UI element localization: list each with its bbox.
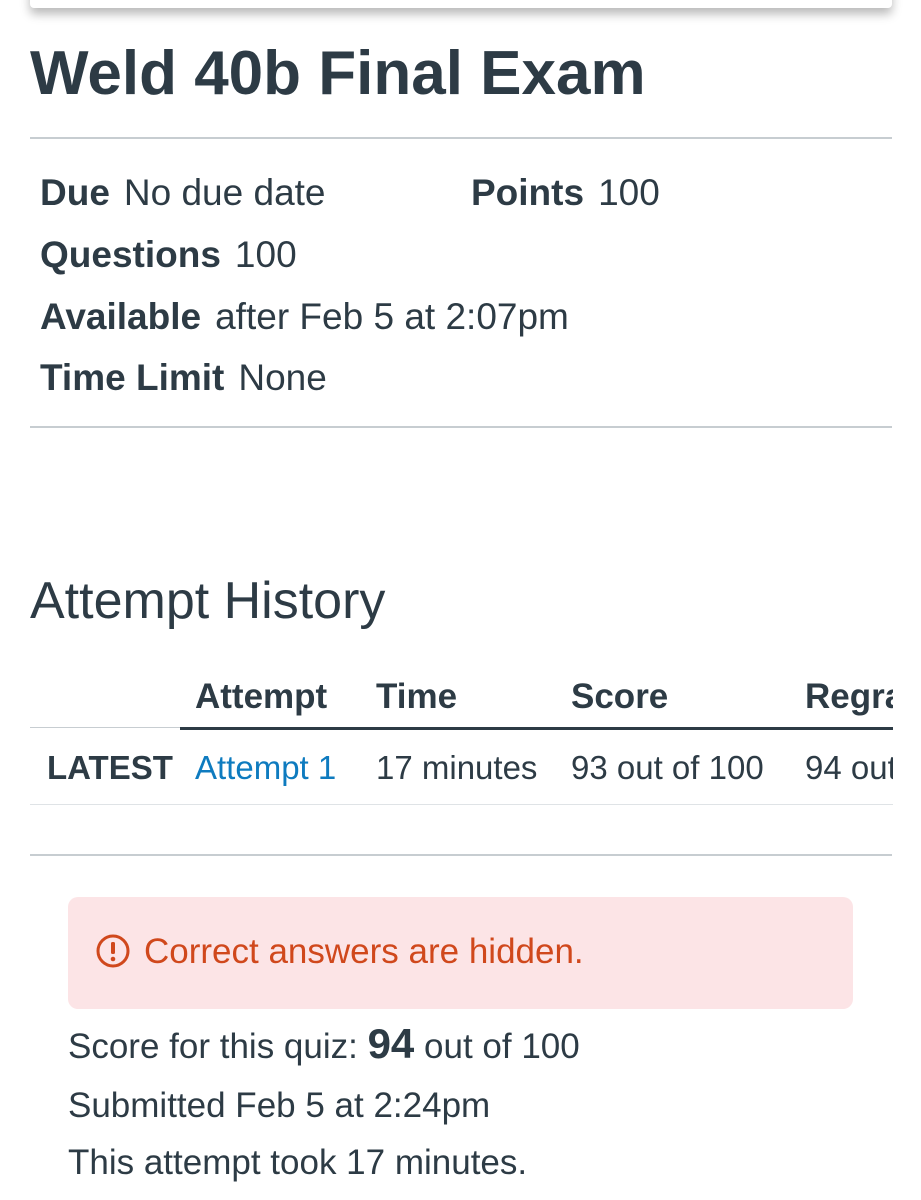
quiz-page: Weld 40b Final Exam Due No due date Point… bbox=[0, 0, 921, 1200]
column-header-attempt: Attempt bbox=[195, 677, 328, 716]
header-bar-shadow bbox=[30, 0, 892, 8]
points-value: 100 bbox=[598, 172, 660, 213]
correct-answers-hidden-alert: Correct answers are hidden. bbox=[68, 897, 853, 1009]
column-header-score: Score bbox=[571, 677, 669, 716]
due-row: Due No due date bbox=[40, 171, 326, 215]
score-suffix: out of 100 bbox=[424, 1027, 580, 1066]
score-value: 94 bbox=[367, 1020, 415, 1067]
points-row: Points 100 bbox=[471, 171, 660, 215]
submitted-line: Submitted Feb 5 at 2:24pm bbox=[68, 1086, 491, 1125]
available-label: Available bbox=[40, 296, 202, 337]
title-divider bbox=[30, 137, 892, 139]
column-header-regrade: Regra bbox=[805, 677, 905, 716]
due-label: Due bbox=[40, 172, 110, 213]
attempt-1-link[interactable]: Attempt 1 bbox=[195, 748, 336, 788]
exclamation-circle-icon bbox=[96, 934, 130, 968]
latest-badge: LATEST bbox=[47, 749, 173, 786]
table-row-divider bbox=[30, 804, 893, 805]
page-title: Weld 40b Final Exam bbox=[30, 39, 646, 108]
available-value: after Feb 5 at 2:07pm bbox=[215, 296, 569, 337]
available-row: Available after Feb 5 at 2:07pm bbox=[40, 295, 569, 339]
time-limit-row: Time Limit None bbox=[40, 356, 327, 400]
due-value: No due date bbox=[123, 172, 326, 213]
quiz-score-line: Score for this quiz: 94 out of 100 bbox=[68, 1022, 580, 1069]
column-header-time: Time bbox=[376, 677, 458, 716]
questions-value: 100 bbox=[234, 234, 297, 275]
attempt-time: 17 minutes bbox=[376, 749, 538, 786]
alert-message: Correct answers are hidden. bbox=[144, 932, 584, 971]
attempt-regrade: 94 out bbox=[805, 749, 897, 786]
history-divider bbox=[30, 854, 892, 856]
questions-label: Questions bbox=[40, 234, 221, 275]
time-limit-value: None bbox=[238, 357, 327, 398]
duration-line: This attempt took 17 minutes. bbox=[68, 1143, 528, 1182]
score-prefix: Score for this quiz: bbox=[68, 1027, 358, 1066]
table-header-underline bbox=[180, 727, 893, 730]
table-header-underline-left bbox=[30, 727, 180, 728]
attempt-history-title: Attempt History bbox=[30, 572, 386, 630]
attempt-score: 93 out of 100 bbox=[571, 749, 764, 786]
time-limit-label: Time Limit bbox=[40, 357, 225, 398]
details-divider bbox=[30, 426, 892, 428]
table-overflow-clip bbox=[893, 660, 921, 820]
points-label: Points bbox=[471, 172, 585, 213]
questions-row: Questions 100 bbox=[40, 233, 297, 277]
